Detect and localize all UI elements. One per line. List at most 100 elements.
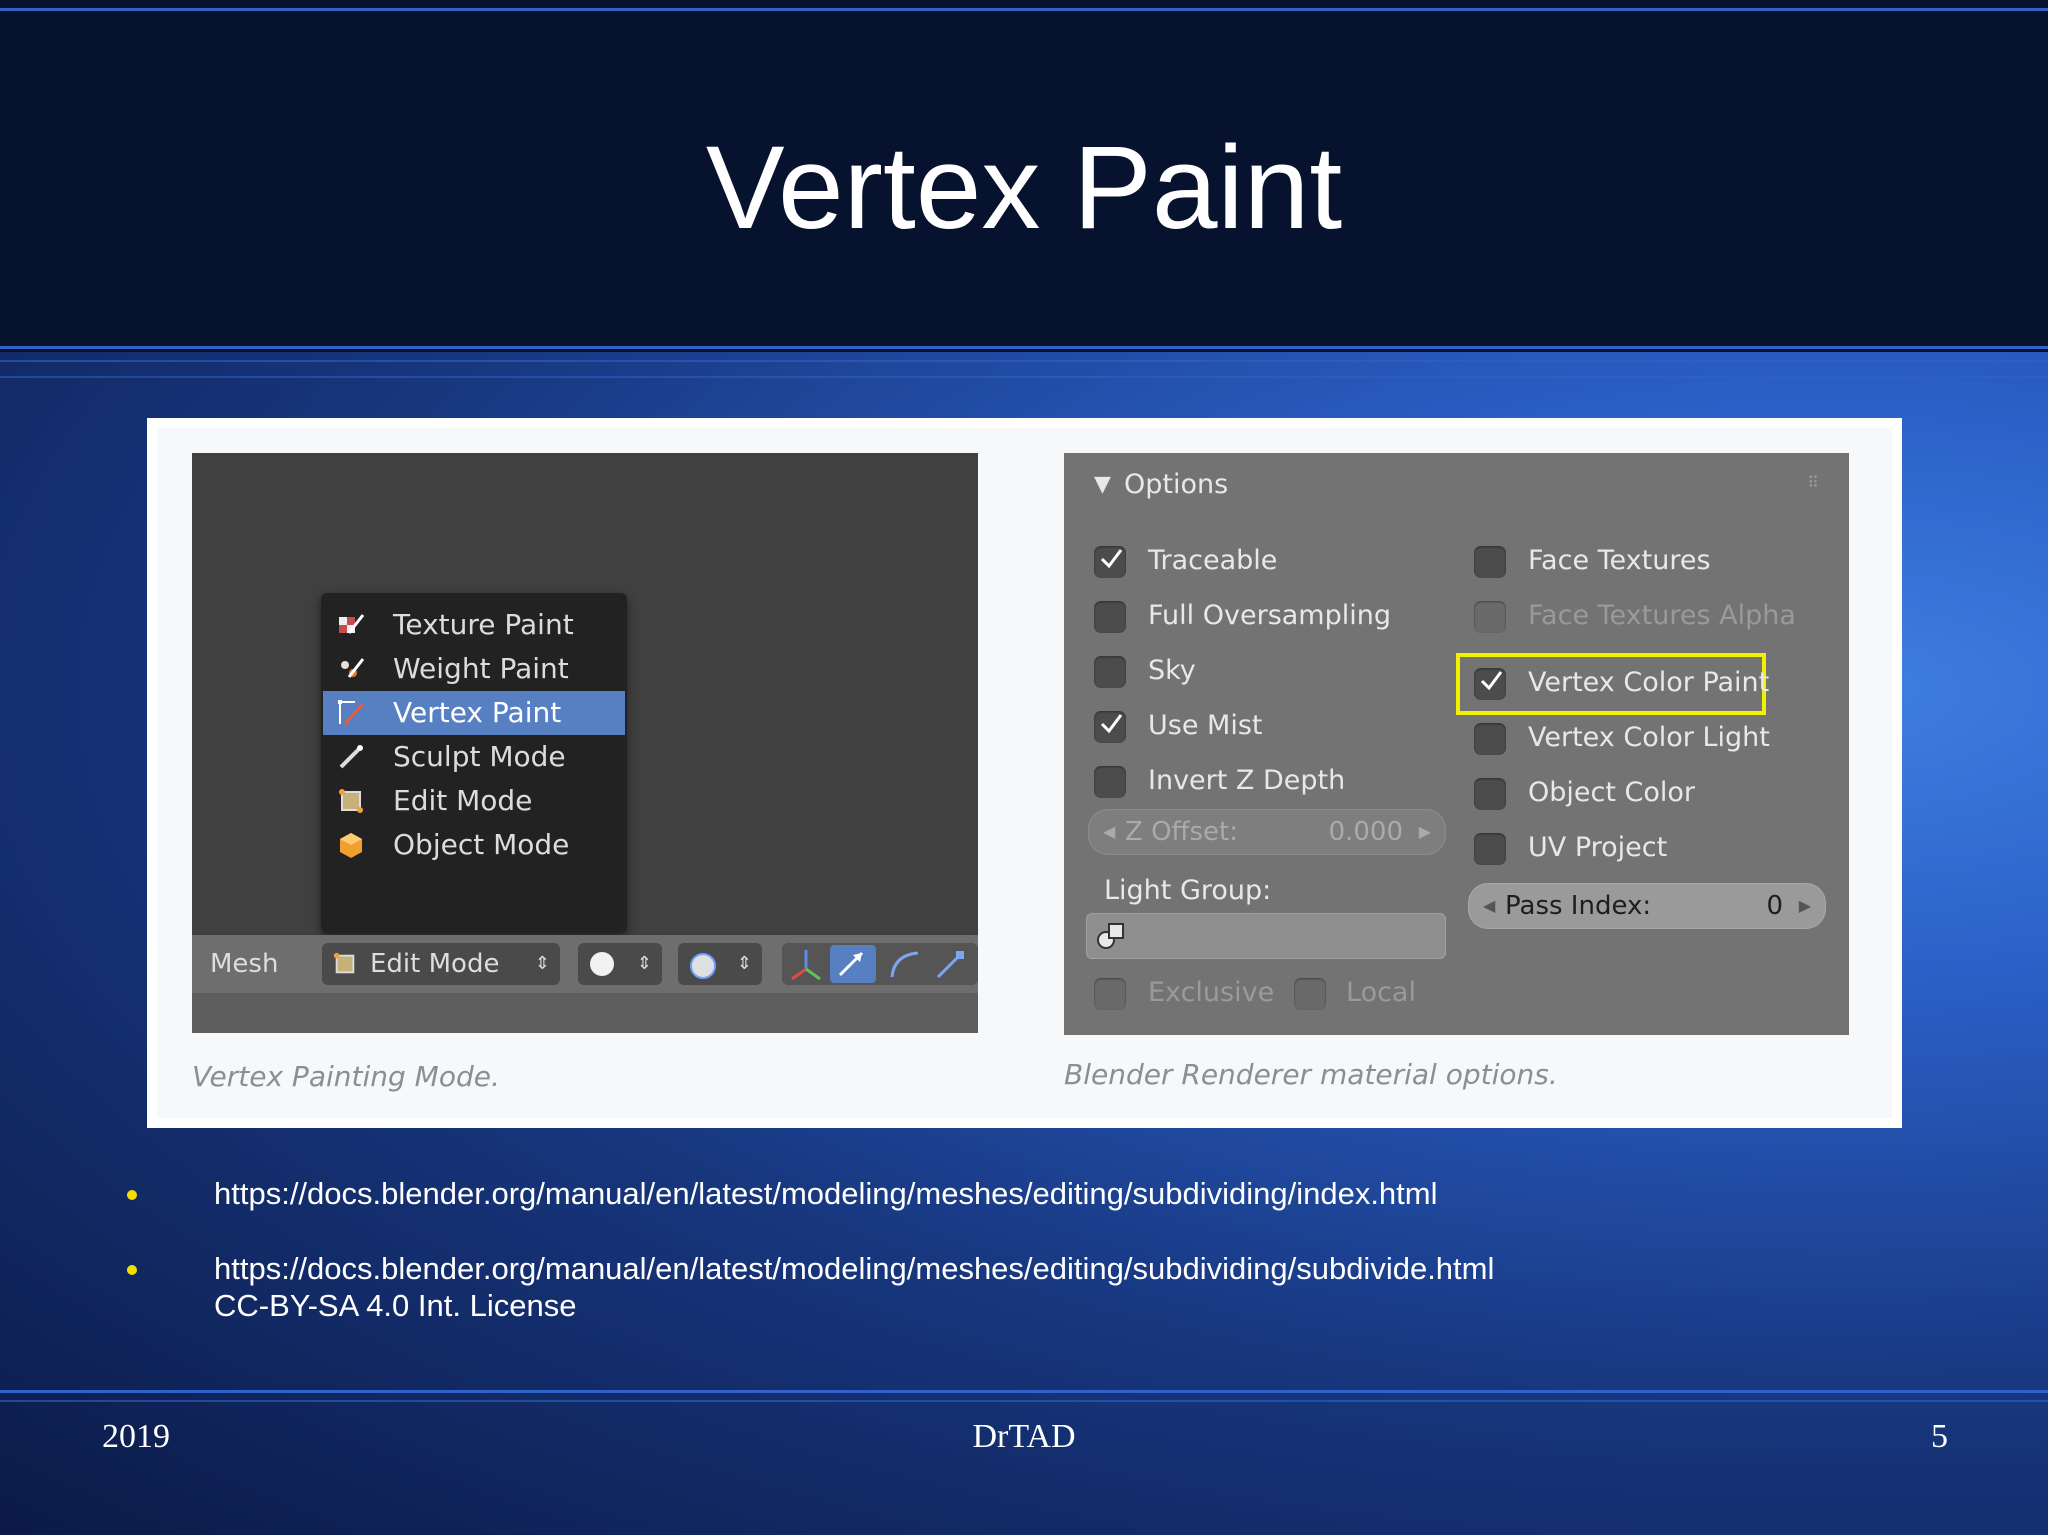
pass-index-field[interactable]: ◀ Pass Index: 0 ▶ [1468, 883, 1826, 929]
checkbox-label: Face Textures [1528, 545, 1711, 576]
bullet [127, 1190, 137, 1200]
menu-item-label: Object Mode [393, 828, 570, 861]
menu-item-label: Weight Paint [393, 652, 569, 685]
sculpt-icon [339, 745, 363, 769]
updown-arrows-icon: ⇕ [636, 953, 652, 974]
right-arrow-icon: ▶ [1418, 822, 1431, 841]
menu-item-label: Edit Mode [393, 784, 533, 817]
header-rule-2 [0, 360, 2048, 362]
menu-item-texture-paint[interactable]: Texture Paint [323, 603, 625, 647]
header-top-rule [0, 8, 2048, 11]
viewport-header-bar: Mesh Edit Mode ⇕ ⇕ ⇕ [192, 935, 978, 993]
check-icon [1100, 549, 1123, 569]
checkbox-label: Vertex Color Light [1528, 722, 1770, 753]
footer-rule [0, 1390, 2048, 1393]
checkbox [1094, 546, 1126, 578]
left-arrow-icon: ◀ [1483, 896, 1496, 915]
scale-icon[interactable] [932, 947, 968, 981]
options-panel: ▼ Options ⠿ Traceable Full Oversampling … [1064, 453, 1849, 1035]
left-arrow-icon: ◀ [1103, 822, 1116, 841]
mode-select-label: Edit Mode [370, 949, 500, 979]
z-offset-field[interactable]: ◀ Z Offset: 0.000 ▶ [1088, 809, 1446, 855]
light-group-icon [1097, 923, 1124, 949]
edit-mode-icon [333, 952, 355, 974]
solid-shading-icon [590, 952, 614, 976]
checkbox [1094, 766, 1126, 798]
license-text: CC-BY-SA 4.0 Int. License [214, 1288, 577, 1323]
check-icon [1100, 714, 1123, 734]
checkbox [1294, 978, 1326, 1010]
edit-mode-icon [339, 789, 363, 813]
options-screenshot: ▼ Options ⠿ Traceable Full Oversampling … [1064, 453, 1849, 1035]
right-caption: Blender Renderer material options. [1064, 1058, 1558, 1091]
options-title: Options [1124, 469, 1229, 500]
mode-menu: Texture Paint Weight Paint Vertex Paint … [321, 593, 627, 933]
pivot-icon [690, 953, 716, 979]
checkbox-label: Exclusive [1148, 977, 1275, 1008]
checkbox-label: Traceable [1148, 545, 1278, 576]
triangle-down-icon: ▼ [1094, 472, 1111, 497]
checkbox [1094, 978, 1126, 1010]
shading-select[interactable]: ⇕ [578, 943, 662, 985]
checkbox-label: Local [1346, 977, 1416, 1008]
slide-title: Vertex Paint [705, 122, 1343, 254]
checkbox-label: Use Mist [1148, 710, 1263, 741]
menu-item-label: Texture Paint [393, 608, 574, 641]
updown-arrows-icon: ⇕ [534, 953, 550, 974]
translate-tool[interactable] [830, 945, 876, 983]
link-subdivide[interactable]: https://docs.blender.org/manual/en/lates… [214, 1250, 1494, 1288]
pivot-select[interactable]: ⇕ [678, 943, 762, 985]
checkbox [1474, 778, 1506, 810]
pass-index-label: Pass Index: [1505, 891, 1652, 921]
drag-handle-icon[interactable]: ⠿ [1807, 473, 1819, 493]
right-figure: ▼ Options ⠿ Traceable Full Oversampling … [1022, 428, 1892, 1118]
mode-menu-screenshot: Texture Paint Weight Paint Vertex Paint … [192, 453, 978, 1033]
pass-index-value: 0 [1766, 891, 1783, 921]
footer-author: DrTAD [972, 1418, 1076, 1455]
light-group-field[interactable] [1086, 913, 1446, 959]
check-icon [1480, 671, 1503, 691]
texture-paint-icon [339, 614, 365, 634]
light-group-label: Light Group: [1104, 875, 1272, 906]
weight-paint-icon [341, 658, 365, 678]
rotate-icon[interactable] [886, 947, 922, 981]
header-rule-3 [0, 376, 2048, 378]
checkbox [1474, 723, 1506, 755]
arrow-icon [838, 951, 864, 977]
checkbox-label: Sky [1148, 655, 1196, 686]
z-offset-label: Z Offset: [1125, 817, 1238, 847]
link-subdividing-index[interactable]: https://docs.blender.org/manual/en/lates… [214, 1175, 1438, 1213]
left-figure: Texture Paint Weight Paint Vertex Paint … [157, 428, 1022, 1118]
checkbox [1094, 656, 1126, 688]
checkbox [1474, 668, 1506, 700]
manipulator-icon[interactable] [788, 947, 824, 981]
checkbox [1094, 601, 1126, 633]
mode-select[interactable]: Edit Mode ⇕ [322, 943, 560, 985]
menu-item-label: Sculpt Mode [393, 740, 566, 773]
menu-item-label: Vertex Paint [393, 696, 562, 729]
z-offset-value: 0.000 [1328, 817, 1403, 847]
menu-item-weight-paint[interactable]: Weight Paint [323, 647, 625, 691]
checkbox [1474, 546, 1506, 578]
left-caption: Vertex Painting Mode. [192, 1060, 500, 1093]
footer-rule-2 [0, 1400, 2048, 1402]
checkbox [1094, 711, 1126, 743]
bullet [127, 1265, 137, 1275]
right-arrow-icon: ▶ [1798, 896, 1811, 915]
menu-item-sculpt-mode[interactable]: Sculpt Mode [323, 735, 625, 779]
header-rule [0, 346, 2048, 349]
checkbox-label: Object Color [1528, 777, 1696, 808]
vertex-paint-icon [338, 700, 365, 726]
updown-arrows-icon: ⇕ [736, 953, 752, 974]
object-mode-icon [340, 833, 362, 858]
mesh-menu[interactable]: Mesh [210, 943, 290, 985]
menu-item-edit-mode[interactable]: Edit Mode [323, 779, 625, 823]
page-number: 5 [1931, 1418, 1948, 1455]
menu-item-object-mode[interactable]: Object Mode [323, 823, 625, 867]
figure-panel: Texture Paint Weight Paint Vertex Paint … [147, 418, 1902, 1128]
menu-item-vertex-paint[interactable]: Vertex Paint [323, 691, 625, 735]
checkbox-label: Full Oversampling [1148, 600, 1391, 631]
checkbox-label: Invert Z Depth [1148, 765, 1346, 796]
manipulator-group [782, 943, 978, 985]
checkbox [1474, 601, 1506, 633]
